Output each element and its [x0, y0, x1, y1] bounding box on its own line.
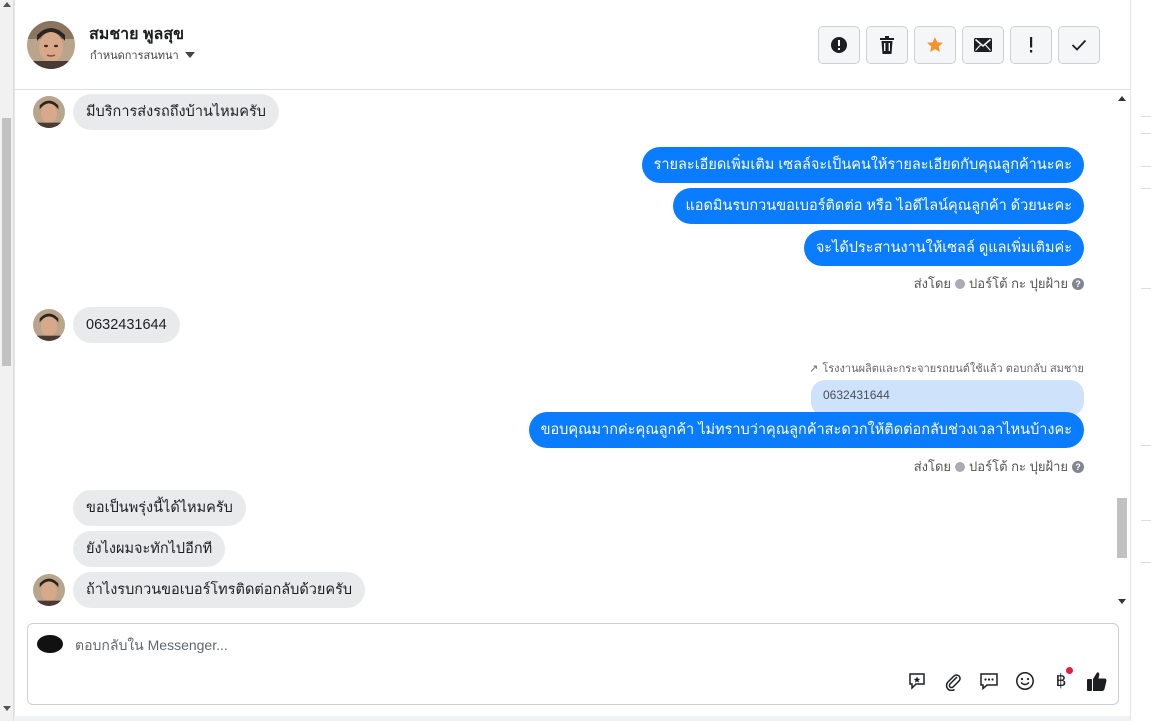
sender-name[interactable]: ปอร์โต้ กะ ปุยฝ้าย: [969, 456, 1068, 477]
outgoing-message[interactable]: จะได้ประสานงานให้เซลล์ ดูแลเพิ่มเติมค่ะ: [803, 230, 1084, 266]
message-row: จะได้ประสานงานให้เซลล์ ดูแลเพิ่มเติมค่ะ: [803, 230, 1084, 266]
window-scrollbar[interactable]: [0, 0, 14, 721]
right-rail: [1130, 0, 1151, 721]
saved-reply-button[interactable]: [906, 670, 928, 692]
incoming-message[interactable]: มีบริการส่งรถถึงบ้านไหมครับ: [73, 94, 279, 130]
incoming-message[interactable]: 0632431644: [73, 307, 180, 343]
message-row: รายละเอียดเพิ่มเติม เซลล์จะเป็นคนให้รายล…: [641, 147, 1084, 183]
message-row: ยังไงผมจะทักไปอีกที: [73, 531, 226, 567]
checkmark-icon: [1071, 39, 1087, 51]
saved-reply-icon: [909, 673, 925, 690]
payment-button[interactable]: ฿: [1050, 667, 1073, 692]
emoji-icon: [1016, 672, 1034, 690]
page-logo: [37, 635, 63, 653]
important-button[interactable]: [1010, 26, 1052, 64]
verified-icon: [955, 461, 966, 472]
message-row: ถ้าไงรบกวนขอเบอร์โทรติดต่อกลับด้วยครับ: [33, 572, 366, 608]
assign-conversation-dropdown[interactable]: กำหนดการสนทนา: [90, 46, 195, 64]
conversation-header: สมชาย พูลสุข กำหนดการสนทนา: [15, 0, 1131, 90]
alert-circle-icon: [831, 37, 847, 53]
mark-unread-button[interactable]: [962, 26, 1004, 64]
header-actions: [818, 26, 1100, 64]
help-icon[interactable]: ?: [1072, 460, 1084, 473]
delete-button[interactable]: [866, 26, 908, 64]
incoming-message[interactable]: ถ้าไงรบกวนขอเบอร์โทรติดต่อกลับด้วยครับ: [73, 572, 366, 608]
avatar[interactable]: [33, 574, 65, 606]
trash-icon: [880, 36, 894, 54]
incoming-message[interactable]: ยังไงผมจะทักไปอีกที: [73, 531, 226, 567]
quick-replies-button[interactable]: [978, 670, 1000, 692]
contact-name[interactable]: สมชาย พูลสุข: [89, 22, 184, 47]
outgoing-message[interactable]: แอดมินรบกวนขอเบอร์ติดต่อ หรือ ไอดีไลน์คุ…: [673, 188, 1084, 224]
message-scrollbar[interactable]: [1115, 90, 1129, 608]
conversation-panel: สมชาย พูลสุข กำหนดการสนทนา มีบริการส่งรถ…: [14, 0, 1131, 716]
like-icon: [1087, 672, 1107, 691]
sent-by-info: ส่งโดย ปอร์โต้ กะ ปุยฝ้าย ?: [914, 273, 1084, 294]
attachment-icon: [945, 674, 961, 691]
assign-label: กำหนดการสนทนา: [90, 50, 179, 62]
reply-context-text: โรงงานผลิตและกระจายรถยนต์ใช้แล้ว ตอบกลับ…: [822, 363, 1084, 375]
scroll-down-arrow[interactable]: [3, 706, 11, 711]
reply-arrow-icon: ↗: [809, 362, 819, 375]
baht-icon: ฿: [1055, 671, 1067, 691]
avatar[interactable]: [33, 96, 65, 128]
sender-name[interactable]: ปอร์โต้ กะ ปุยฝ้าย: [969, 273, 1068, 294]
emoji-button[interactable]: [1014, 670, 1036, 692]
like-button[interactable]: [1086, 670, 1108, 692]
help-icon[interactable]: ?: [1072, 277, 1084, 290]
message-list[interactable]: มีบริการส่งรถถึงบ้านไหมครับ รายละเอียดเพ…: [15, 90, 1131, 608]
scroll-up-arrow[interactable]: [3, 2, 11, 7]
scroll-down-arrow[interactable]: [1118, 599, 1126, 604]
message-row: ขอเป็นพรุ่งนี้ได้ไหมครับ: [73, 490, 246, 526]
message-row: ขอบคุณมากค่ะคุณลูกค้า ไม่ทราบว่าคุณลูกค้…: [528, 412, 1084, 448]
incoming-message[interactable]: ขอเป็นพรุ่งนี้ได้ไหมครับ: [73, 490, 246, 526]
scroll-up-arrow[interactable]: [1118, 96, 1126, 101]
reply-composer: ฿: [27, 623, 1119, 705]
sent-by-label: ส่งโดย: [913, 276, 952, 291]
notification-dot: [1066, 667, 1073, 674]
envelope-icon: [974, 38, 992, 52]
scroll-thumb[interactable]: [2, 118, 11, 366]
verified-icon: [955, 278, 966, 289]
message-row: มีบริการส่งรถถึงบ้านไหมครับ: [33, 94, 279, 130]
chat-bubble-icon: [980, 673, 998, 691]
chevron-down-icon: [184, 52, 195, 58]
sent-by-label: ส่งโดย: [913, 459, 952, 474]
exclamation-icon: [1030, 37, 1033, 53]
report-spam-button[interactable]: [818, 26, 860, 64]
message-row: แอดมินรบกวนขอเบอร์ติดต่อ หรือ ไอดีไลน์คุ…: [673, 188, 1084, 224]
attach-button[interactable]: [942, 670, 964, 692]
reply-input[interactable]: [75, 634, 775, 656]
mark-done-button[interactable]: [1058, 26, 1100, 64]
quoted-message[interactable]: 0632431644: [811, 380, 1084, 416]
composer-tools: ฿: [906, 667, 1108, 692]
outgoing-message[interactable]: ขอบคุณมากค่ะคุณลูกค้า ไม่ทราบว่าคุณลูกค้…: [528, 412, 1084, 448]
avatar[interactable]: [27, 21, 75, 69]
star-button[interactable]: [914, 26, 956, 64]
scroll-thumb[interactable]: [1117, 498, 1127, 558]
avatar[interactable]: [33, 309, 65, 341]
quoted-message-row: 0632431644: [811, 380, 1084, 416]
sent-by-info: ส่งโดย ปอร์โต้ กะ ปุยฝ้าย ?: [914, 456, 1084, 477]
reply-context: ↗ โรงงานผลิตและกระจายรถยนต์ใช้แล้ว ตอบกล…: [809, 359, 1084, 377]
message-row: 0632431644: [33, 307, 180, 343]
outgoing-message[interactable]: รายละเอียดเพิ่มเติม เซลล์จะเป็นคนให้รายล…: [641, 147, 1084, 183]
star-icon: [927, 37, 943, 52]
